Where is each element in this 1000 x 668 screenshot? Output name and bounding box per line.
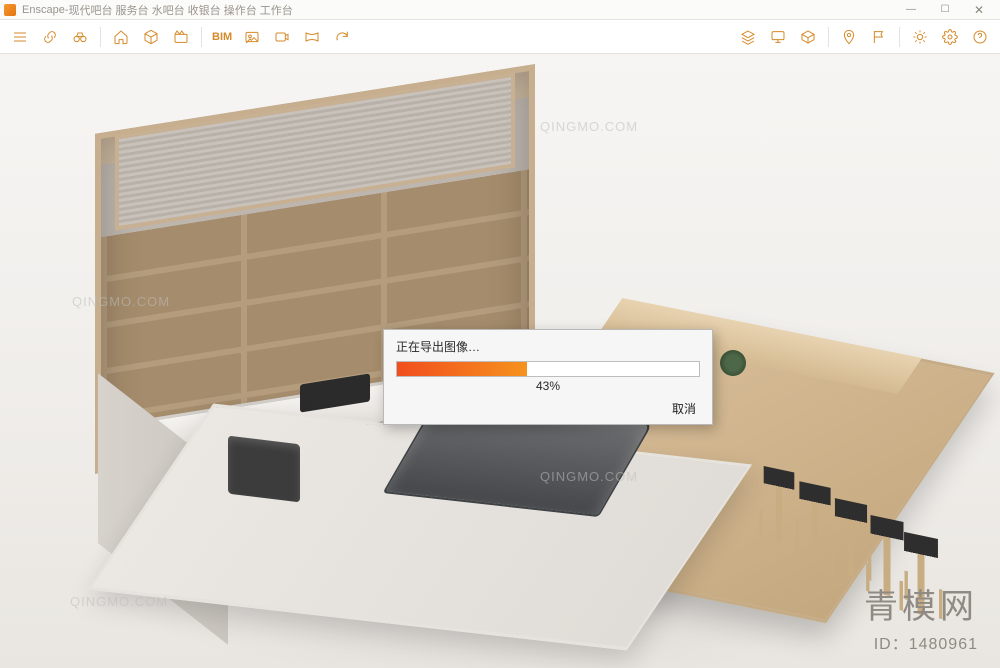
toolbar-separator xyxy=(899,27,900,47)
title-bar: Enscape - 现代吧台 服务台 水吧台 收银台 操作台 工作台 — ☐ ✕ xyxy=(0,0,1000,20)
export-image-icon[interactable] xyxy=(238,24,266,50)
app-name: Enscape xyxy=(22,4,65,16)
clapper-icon[interactable] xyxy=(167,24,195,50)
cube-icon[interactable] xyxy=(137,24,165,50)
toolbar-separator xyxy=(100,27,101,47)
bar-stool xyxy=(764,466,795,544)
document-title: 现代吧台 服务台 水吧台 收银台 操作台 工作台 xyxy=(68,2,292,18)
settings-icon[interactable] xyxy=(936,24,964,50)
window-maximize-button[interactable]: ☐ xyxy=(928,0,962,20)
window-minimize-button[interactable]: — xyxy=(894,0,928,20)
progress-percent-label: 43% xyxy=(396,379,700,393)
pos-terminal xyxy=(228,436,300,503)
refresh-icon[interactable] xyxy=(328,24,356,50)
bar-stool xyxy=(835,498,867,580)
help-icon[interactable] xyxy=(966,24,994,50)
id-value: 1480961 xyxy=(909,636,978,653)
dialog-title: 正在导出图像… xyxy=(396,338,700,355)
bar-stool xyxy=(799,481,830,560)
flag-icon[interactable] xyxy=(865,24,893,50)
export-video-icon[interactable] xyxy=(268,24,296,50)
id-prefix: ID： xyxy=(874,636,909,653)
watermark-text: QINGMO.COM xyxy=(540,119,638,134)
bim-label[interactable]: BIM xyxy=(208,24,236,50)
plant xyxy=(720,350,746,376)
home-icon[interactable] xyxy=(107,24,135,50)
progress-fill xyxy=(397,362,527,376)
toolbar-separator xyxy=(201,27,202,47)
toolbar-separator xyxy=(828,27,829,47)
layers-icon[interactable] xyxy=(734,24,762,50)
menu-icon[interactable] xyxy=(6,24,34,50)
monitor-icon[interactable] xyxy=(764,24,792,50)
render-viewport[interactable]: QINGMO.COM QINGMO.COM QINGMO.COM QINGMO.… xyxy=(0,54,1000,668)
main-toolbar: BIM xyxy=(0,20,1000,54)
brand-watermark: 青模网 xyxy=(864,579,978,628)
window-close-button[interactable]: ✕ xyxy=(962,0,996,20)
watermark-text: QINGMO.COM xyxy=(70,594,168,609)
watermark-text: QINGMO.COM xyxy=(540,469,638,484)
model-id: ID：1480961 xyxy=(874,630,978,654)
box-icon[interactable] xyxy=(794,24,822,50)
sun-icon[interactable] xyxy=(906,24,934,50)
binoculars-icon[interactable] xyxy=(66,24,94,50)
app-icon xyxy=(4,4,16,16)
panorama-icon[interactable] xyxy=(298,24,326,50)
link-icon[interactable] xyxy=(36,24,64,50)
export-progress-dialog: 正在导出图像… 43% 取消 xyxy=(383,329,713,425)
pin-icon[interactable] xyxy=(835,24,863,50)
progress-bar xyxy=(396,361,700,377)
cancel-button[interactable]: 取消 xyxy=(668,399,700,418)
watermark-text: QINGMO.COM xyxy=(72,294,170,309)
